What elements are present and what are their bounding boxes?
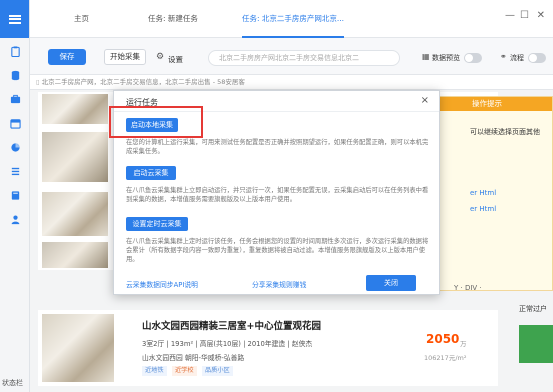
- maximize-icon[interactable]: ☐: [520, 10, 529, 21]
- tab-home[interactable]: 主页: [74, 0, 89, 38]
- listing-address: 山水文园西园 朝阳-华威桥-弘善路: [142, 354, 245, 362]
- start-collect-button[interactable]: 开始采集: [104, 49, 146, 65]
- listing-unit-price: 106217元/m²: [424, 354, 467, 362]
- grid-icon: ▦: [422, 52, 430, 61]
- tip-text: 可以继续选择页面其他: [470, 128, 540, 136]
- listing-photo[interactable]: [42, 132, 108, 182]
- gear-icon: ⚙: [156, 52, 165, 62]
- listing-title[interactable]: 山水文园西园精装三居室+中心位置观花园: [142, 318, 321, 332]
- close-window-icon[interactable]: ✕: [537, 10, 545, 21]
- book-icon[interactable]: [0, 184, 30, 206]
- tab-bar: 主页 任务: 新建任务 任务: 北京二手房房产网北京... — ☐ ✕: [30, 0, 553, 38]
- close-icon[interactable]: ×: [421, 95, 429, 106]
- pie-chart-icon[interactable]: [0, 136, 30, 158]
- left-nav: 状态栏: [0, 0, 30, 392]
- user-icon[interactable]: [0, 208, 30, 230]
- task-name-field[interactable]: 北京二手房房产网北京二手房交易信息北京二: [208, 50, 400, 66]
- listing-tag: 品质小区: [202, 366, 233, 376]
- settings-label: 设置: [168, 55, 183, 64]
- minimize-icon[interactable]: —: [505, 10, 515, 21]
- share-rules-link[interactable]: 分享采集规则赚钱: [252, 279, 306, 289]
- listing-photo[interactable]: [42, 314, 114, 382]
- menu-icon[interactable]: [0, 0, 29, 38]
- tab-new-task[interactable]: 任务: 新建任务: [148, 0, 198, 38]
- listing-price: 2050: [426, 332, 460, 346]
- start-cloud-collect-button[interactable]: 启动云采集: [126, 166, 176, 180]
- close-dialog-button[interactable]: 关闭: [366, 275, 416, 291]
- listing-card[interactable]: 山水文园西园精装三居室+中心位置观花园 3室2厅 | 193m² | 高层(共1…: [38, 310, 498, 386]
- briefcase-icon[interactable]: [0, 88, 30, 110]
- operation-tip-panel: 操作提示 可以继续选择页面其他 er Html er Html Y · DIV …: [433, 96, 553, 292]
- listing-specs: 3室2厅 | 193m² | 高层(共10层) | 2010年建造 | 赵侠杰: [142, 340, 313, 348]
- flow-icon: ⚭: [500, 52, 507, 61]
- clipboard-icon[interactable]: [0, 40, 30, 62]
- status-label: 状态栏: [2, 379, 23, 387]
- listing-photo[interactable]: [42, 94, 108, 124]
- preview-toggle[interactable]: [464, 53, 482, 63]
- page-url-bar[interactable]: ▯ 北京二手房房产网，北京二手房交易信息，北京二手房出售 - 58安居客: [30, 74, 553, 90]
- tip-header: 操作提示: [434, 97, 552, 111]
- schedule-collect-description: 在八爪鱼云采集集群上定时运行该任务，任务会根据您的设置的时间周期性多次运行，多次…: [126, 238, 429, 263]
- app-window: 状态栏 主页 任务: 新建任务 任务: 北京二手房房产网北京... — ☐ ✕ …: [0, 0, 553, 392]
- tab-current-task[interactable]: 任务: 北京二手房房产网北京...: [242, 0, 345, 38]
- local-collect-description: 在您的计算机上运行采集，可用来测试任务配置是否正确并按照期望运行，如果任务配置正…: [126, 139, 429, 155]
- cloud-api-link[interactable]: 云采集数据同步API说明: [126, 279, 198, 289]
- settings-button[interactable]: ⚙ 设置: [156, 52, 186, 64]
- listing-tag: 近学校: [172, 366, 197, 376]
- tip-link[interactable]: er Html: [470, 189, 496, 197]
- tip-link[interactable]: er Html: [470, 205, 496, 213]
- schedule-cloud-collect-button[interactable]: 设置定时云采集: [126, 217, 188, 231]
- save-button[interactable]: 保存: [48, 49, 86, 65]
- task-toolbar: 保存 开始采集 ⚙ 设置 北京二手房房产网北京二手房交易信息北京二 ▦ 数据预览…: [30, 38, 553, 74]
- preview-label: 数据预览: [432, 54, 460, 62]
- page-url-text: 北京二手房房产网，北京二手房交易信息，北京二手房出售 - 58安居客: [41, 78, 245, 86]
- flow-toggle[interactable]: [528, 53, 546, 63]
- green-action-button[interactable]: [519, 325, 553, 363]
- highlight-annotation: [109, 106, 203, 138]
- list-icon[interactable]: [0, 160, 30, 182]
- flow-label: 流程: [510, 54, 524, 62]
- listing-photo[interactable]: [42, 192, 108, 236]
- listing-tag: 近地铁: [142, 366, 167, 376]
- calendar-icon[interactable]: [0, 112, 30, 134]
- side-caption: 正常过户: [519, 305, 547, 313]
- database-icon[interactable]: [0, 64, 30, 86]
- cloud-collect-description: 在八爪鱼云采集集群上立即启动运行，并只运行一次，如果任务配置无误，云采集启动后可…: [126, 187, 429, 203]
- listing-price-unit: 万: [460, 340, 467, 348]
- tip-footer: Y · DIV ·: [454, 284, 482, 292]
- listing-photo[interactable]: [42, 242, 108, 268]
